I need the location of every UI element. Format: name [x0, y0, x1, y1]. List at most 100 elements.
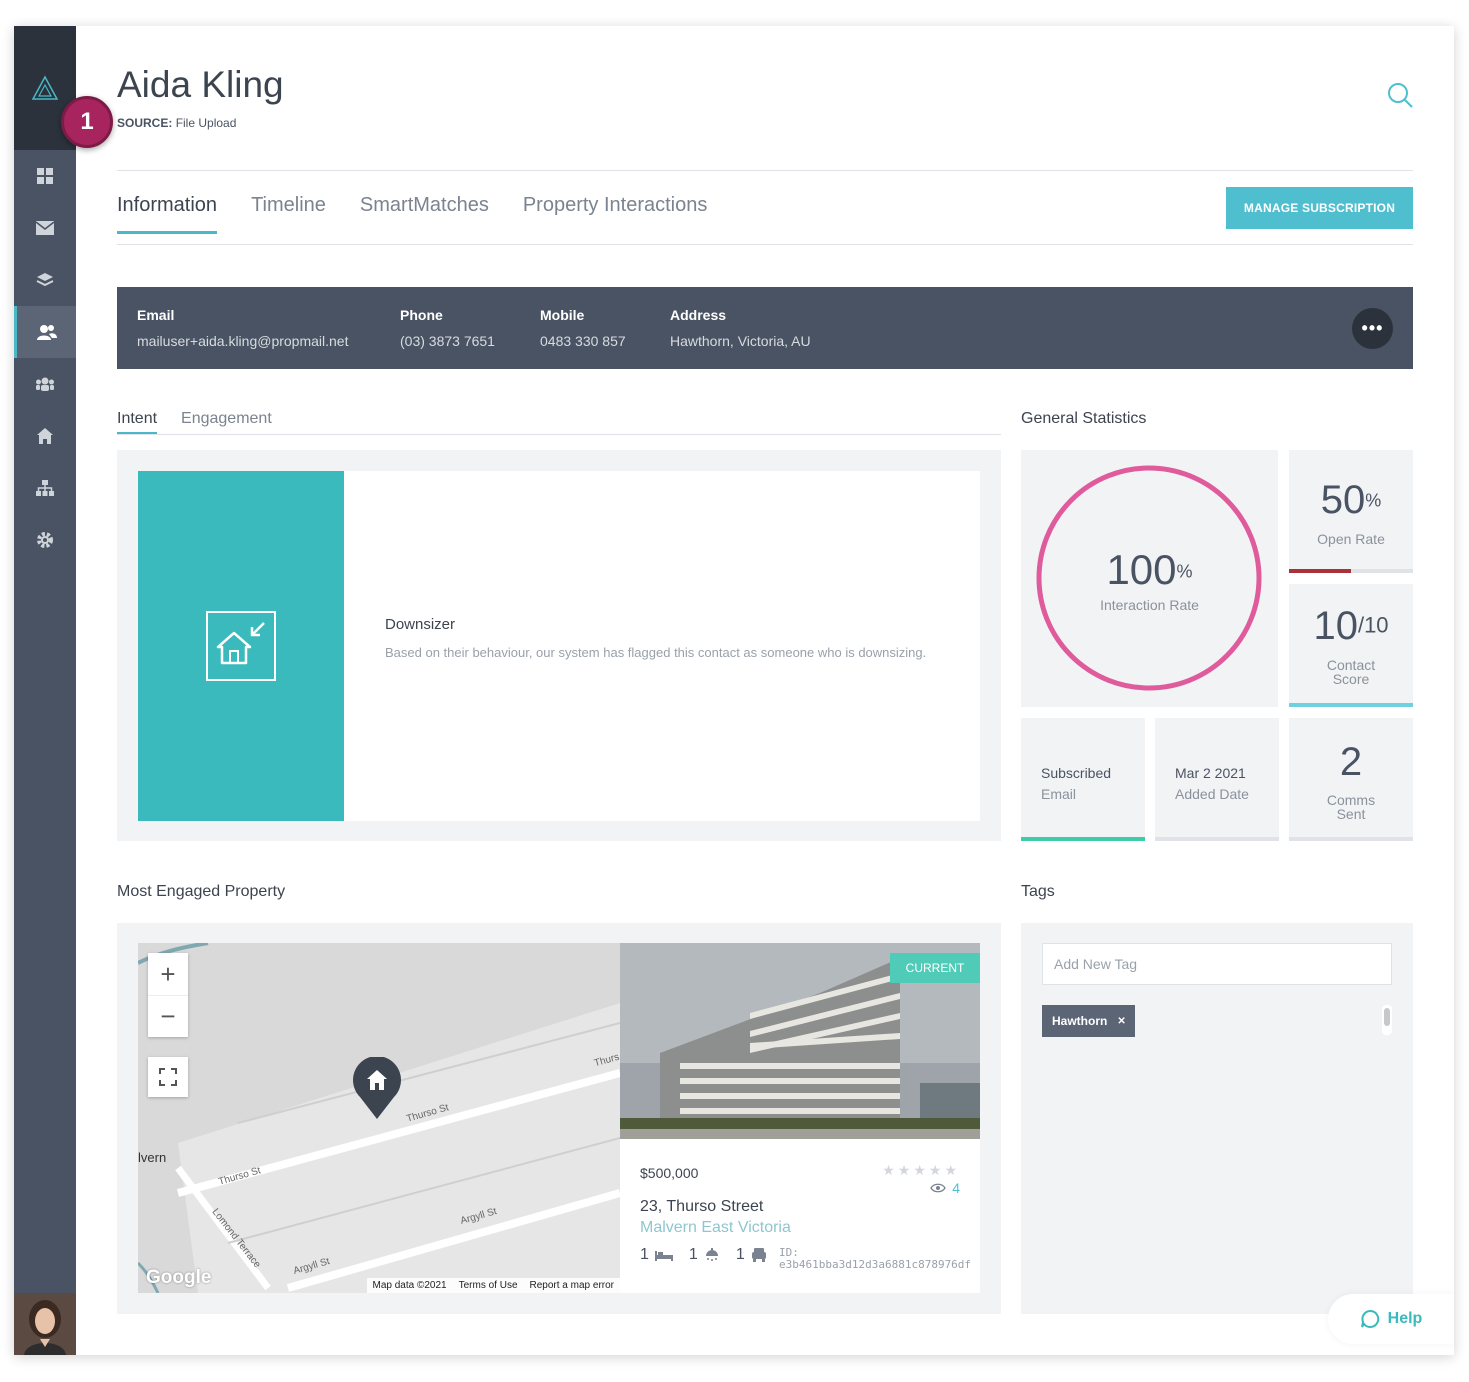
more-options-button[interactable]: ••• [1352, 308, 1393, 349]
property-card[interactable]: CURRENT $500,000 ★★★★★ 4 23, Thurso Stre… [620, 943, 980, 1293]
nav-hierarchy[interactable] [14, 462, 76, 514]
open-rate-bar [1289, 569, 1351, 573]
phone-block: Phone (03) 3873 7651 [400, 307, 495, 349]
nav-contacts[interactable] [14, 306, 76, 358]
star-icon[interactable]: ★ [944, 1162, 960, 1178]
help-button[interactable]: Help [1328, 1294, 1454, 1344]
intent-description: Based on their behaviour, our system has… [385, 645, 927, 660]
address-label: Address [670, 307, 727, 323]
subtab-intent[interactable]: Intent [117, 410, 158, 434]
dashboard-grid-icon [37, 168, 53, 184]
layers-icon [36, 273, 54, 287]
comms-sent-label-line2: Sent [1336, 806, 1366, 822]
property-address-line1[interactable]: 23, Thurso Street [640, 1198, 763, 1216]
property-id-value: e3b461bba3d12d3a6881c878976df [779, 1258, 972, 1271]
sitemap-icon [36, 480, 54, 496]
user-avatar[interactable] [14, 1293, 76, 1355]
map-footer: Map data ©2021 Terms of Use Report a map… [366, 1278, 620, 1293]
current-badge: CURRENT [890, 953, 980, 983]
tabs-divider [117, 244, 1413, 245]
fullscreen-button[interactable] [148, 1057, 188, 1097]
tab-smartmatches[interactable]: SmartMatches [360, 194, 489, 234]
comms-sent-label-line1: Comms [1326, 792, 1376, 808]
downsize-house-icon [206, 611, 276, 681]
property-rating[interactable]: ★★★★★ [882, 1162, 960, 1179]
address-block: Address Hawthorn, Victoria, AU [670, 307, 811, 349]
sidebar [14, 26, 76, 1355]
open-rate-value-wrap: 50% [1289, 478, 1413, 523]
phone-value[interactable]: (03) 3873 7651 [400, 333, 495, 349]
manage-subscription-button[interactable]: MANAGE SUBSCRIPTION [1226, 187, 1413, 229]
mobile-value[interactable]: 0483 330 857 [540, 333, 626, 349]
tags-scroll-thumb[interactable] [1384, 1008, 1390, 1026]
cars-count: 1 [735, 1246, 745, 1263]
star-icon[interactable]: ★ [929, 1162, 945, 1178]
nav-groups[interactable] [14, 358, 76, 410]
general-statistics-title: General Statistics [1021, 410, 1147, 427]
star-icon[interactable]: ★ [898, 1162, 914, 1178]
google-logo: Google [146, 1267, 212, 1288]
added-date-value: Mar 2 2021 [1175, 765, 1246, 781]
subtab-engagement[interactable]: Engagement [181, 410, 272, 434]
logo-icon [31, 75, 59, 100]
contact-score-value-wrap: 10/10 [1289, 604, 1413, 649]
group-icon [36, 377, 54, 391]
mail-icon [36, 221, 54, 235]
added-date-bar [1155, 837, 1279, 841]
add-tag-input[interactable]: Add New Tag [1042, 943, 1392, 985]
intent-icon-area [138, 471, 344, 821]
tab-information[interactable]: Information [117, 194, 218, 234]
nav-properties[interactable] [14, 410, 76, 462]
interaction-rate-value-wrap: 100% [1021, 546, 1278, 594]
map-pin-house-icon [353, 1056, 401, 1119]
gear-icon [37, 532, 53, 548]
remove-tag-icon[interactable]: ✕ [1117, 1016, 1125, 1027]
nav-dashboard[interactable] [14, 150, 76, 202]
mobile-block: Mobile 0483 330 857 [540, 307, 626, 349]
email-value[interactable]: mailuser+aida.kling@propmail.net [137, 333, 348, 349]
cars-feature: 1 [736, 1246, 767, 1264]
star-icon[interactable]: ★ [882, 1162, 898, 1178]
subscribed-bar [1021, 837, 1145, 841]
property-features: 1 1 1 [640, 1246, 767, 1264]
interaction-rate-card: 100% Interaction Rate [1021, 450, 1278, 707]
tab-timeline[interactable]: Timeline [251, 194, 326, 234]
map-terms-link[interactable]: Terms of Use [459, 1280, 518, 1291]
property-views: 4 [930, 1180, 960, 1196]
search-button[interactable] [1387, 82, 1413, 113]
baths-count: 1 [688, 1246, 698, 1263]
map-suburb-label: lvern [138, 1150, 167, 1165]
help-label: Help [1387, 1310, 1423, 1327]
tab-property-interactions[interactable]: Property Interactions [523, 194, 708, 234]
star-icon[interactable]: ★ [913, 1162, 929, 1178]
comms-sent-card: 2 Comms Sent [1289, 718, 1413, 841]
contact-score-label-line2: Score [1332, 671, 1370, 687]
email-block: Email mailuser+aida.kling@propmail.net [137, 307, 348, 349]
nav-layers[interactable] [14, 254, 76, 306]
property-id: ID: e3b461bba3d12d3a6881c878976df [779, 1247, 980, 1271]
property-map[interactable]: Thurso St Thurso St Argyll St Argyll St … [138, 943, 620, 1293]
map-zoom-controls: + − [148, 953, 188, 1037]
zoom-in-button[interactable]: + [160, 953, 175, 995]
contact-info-bar: Email mailuser+aida.kling@propmail.net P… [117, 287, 1413, 369]
contact-tabs: Information Timeline SmartMatches Proper… [117, 194, 707, 234]
property-price: $500,000 [640, 1165, 699, 1181]
contacts-icon [36, 325, 57, 340]
comms-sent-value: 2 [1339, 740, 1363, 784]
baths-feature: 1 [689, 1246, 720, 1264]
tags-scrollbar[interactable] [1382, 1005, 1392, 1035]
nav-mail[interactable] [14, 202, 76, 254]
map-report-link[interactable]: Report a map error [530, 1280, 614, 1291]
mobile-label: Mobile [540, 307, 585, 323]
zoom-out-button[interactable]: − [148, 995, 188, 1037]
beds-count: 1 [640, 1246, 649, 1263]
nav-settings[interactable] [14, 514, 76, 566]
source-label: SOURCE: [117, 116, 173, 130]
property-map-pin[interactable] [352, 1056, 402, 1126]
contact-source: SOURCE: File Upload [117, 116, 236, 130]
interaction-rate-value: 100 [1106, 546, 1177, 593]
added-date-label: Added Date [1175, 786, 1249, 802]
comms-sent-label: Comms Sent [1289, 793, 1413, 821]
beds-feature: 1 [640, 1246, 673, 1264]
intent-subtabs: Intent Engagement [117, 410, 1001, 435]
